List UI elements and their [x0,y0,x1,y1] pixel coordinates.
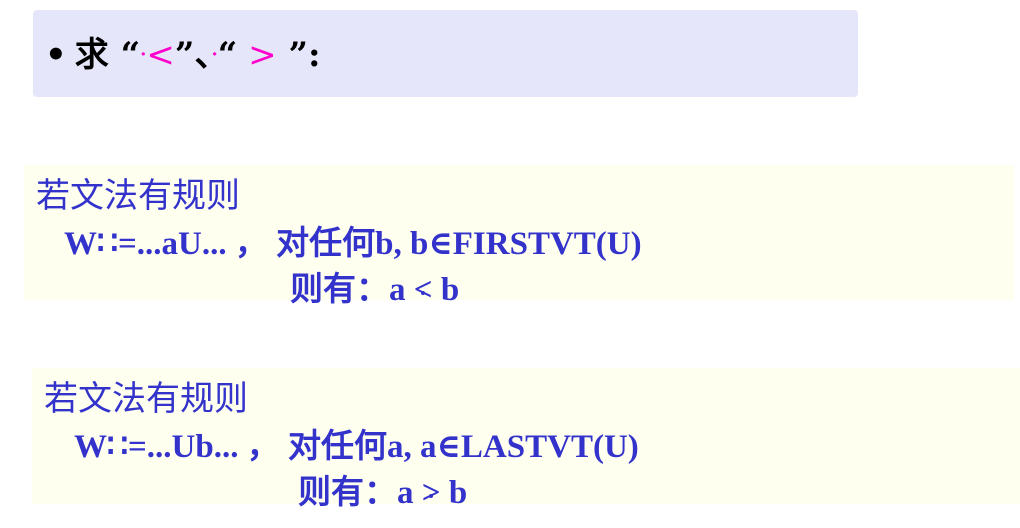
bullet: • [45,35,67,75]
rule2-result: 则有：a > b [298,465,467,513]
rule2-production: W∷=...Ub... ， 对任何a, a∈LASTVT(U) [74,429,639,465]
header-line: • 求 “·<”、·“ > ”: [45,30,321,80]
close-quote-2: ”: [276,35,321,75]
rule1-relation-symbol: < [413,272,433,308]
greater-symbol: > [237,35,277,75]
rule1-result-suffix: b [432,272,460,308]
rule2-relation: > [422,475,441,512]
open-quote-2: “ [217,35,238,75]
header-prefix: 求 [74,35,121,75]
open-quote-1: “ [120,35,141,75]
less-symbol: < [146,35,175,75]
rule2-title: 若文法有规则 [44,379,248,419]
rule1-result-prefix: 则有：a [290,272,414,308]
rule1-title: 若文法有规则 [36,176,240,216]
rule1-production: W∷=...aU... ， 对任何b, b∈FIRSTVT(U) [64,226,642,262]
rule2-relation-symbol: > [421,475,441,511]
rule1-result: 则有：a < b [290,262,459,310]
rule2-result-prefix: 则有：a [298,475,422,511]
rule2-result-suffix: b [440,475,468,511]
rule1-relation: < [414,272,433,309]
close-quote-1: ”、 [174,35,212,75]
